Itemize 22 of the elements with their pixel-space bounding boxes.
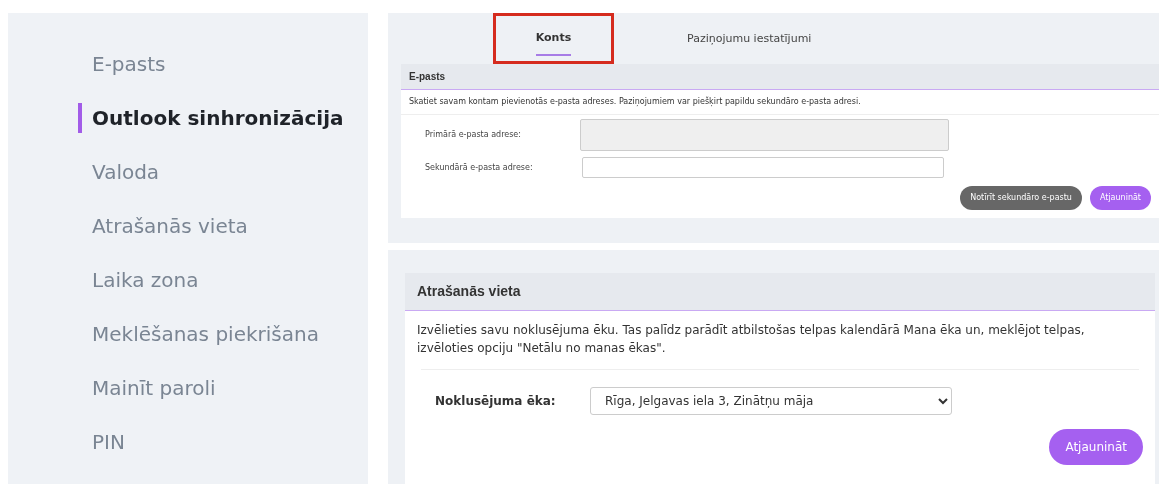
- sidebar-item[interactable]: PIN: [78, 427, 368, 457]
- clear-button[interactable]: Notīrīt sekundāro e-pastu: [960, 186, 1082, 210]
- card-title: E-pasts: [401, 64, 1159, 90]
- building-select[interactable]: Rīga, Jelgavas iela 3, Zinātņu māja: [590, 387, 952, 415]
- field-label: Primārā e-pasta adrese:: [425, 129, 522, 141]
- card-description: Skatiet savam kontam pievienotās e-pasta adreses. Paziņojumiem var piešķirt papildu sekundāro e-pasta adresi.: [401, 90, 1159, 115]
- sidebar-item[interactable]: Laika zona: [78, 265, 368, 295]
- email-field[interactable]: [582, 157, 944, 178]
- tab[interactable]: Paziņojumu iestatījumi: [687, 16, 812, 56]
- card-description: Izvēlieties savu noklusējuma ēku. Tas palīdz parādīt atbilstošas telpas kalendārā Mana ēka un, meklējot telpas, izvēloties opciju "Netālu no manas ēkas".: [416, 322, 1086, 357]
- field-label: Sekundārā e-pasta adrese:: [425, 161, 534, 174]
- sidebar-item[interactable]: Mainīt paroli: [78, 373, 368, 403]
- update-button[interactable]: Atjaunināt: [1049, 429, 1143, 465]
- sidebar-item[interactable]: Atrašanās vieta: [78, 211, 368, 241]
- field-label: Noklusējuma ēka:: [435, 393, 557, 410]
- sidebar-item[interactable]: Valoda: [78, 157, 368, 187]
- tab[interactable]: Konts: [535, 16, 572, 56]
- sidebar-item[interactable]: Outlook sinhronizācija: [78, 103, 368, 133]
- card-title: Atrašanās vieta: [405, 273, 1155, 311]
- update-button[interactable]: Atjaunināt: [1089, 186, 1151, 210]
- sidebar-item[interactable]: Meklēšanas piekrišana: [78, 319, 368, 349]
- sidebar-item[interactable]: E-pasts: [78, 49, 368, 79]
